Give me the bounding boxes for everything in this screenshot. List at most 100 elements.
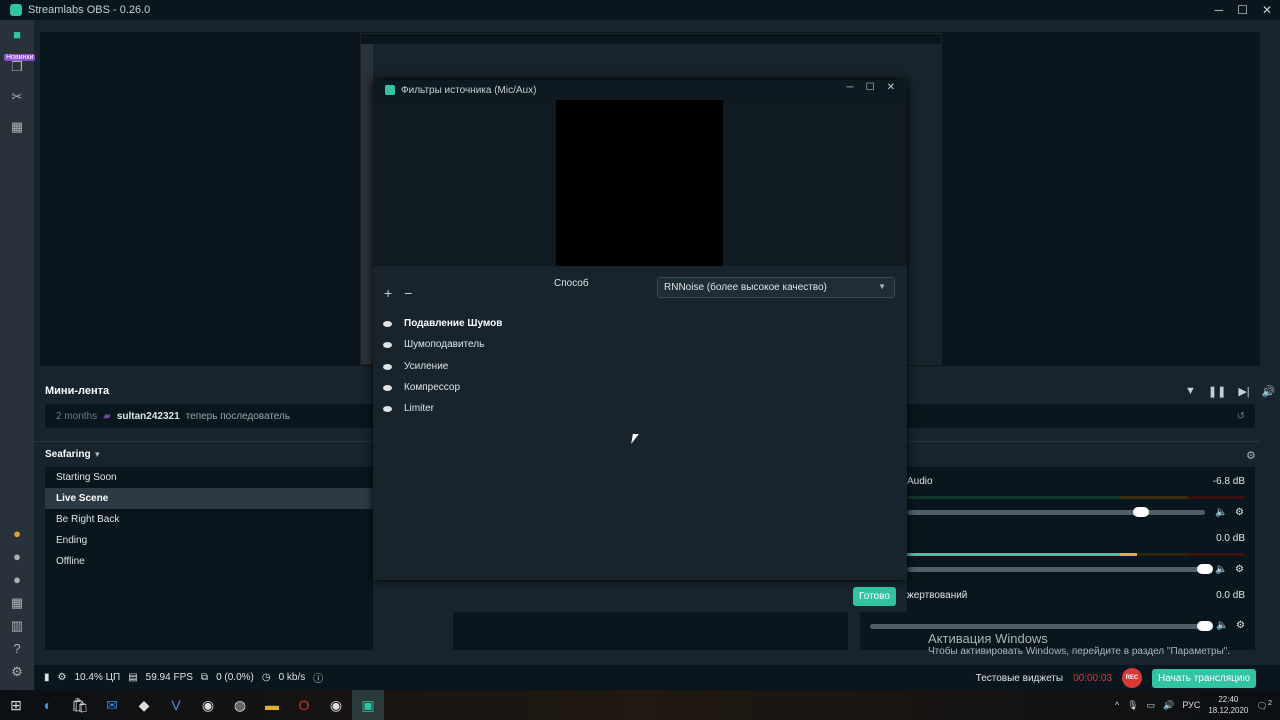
go-live-button[interactable]: Начать трансляцию (1152, 668, 1256, 688)
volume-slider[interactable] (907, 510, 1205, 515)
test-widgets-button[interactable]: Тестовые виджеты (976, 673, 1063, 684)
tools-icon[interactable]: ✂ (10, 90, 24, 104)
filter-item[interactable]: Усиление (383, 361, 448, 372)
stats-icon[interactable]: ▮ (44, 672, 50, 683)
mute-icon[interactable]: 🔈 (1215, 564, 1227, 575)
opera-icon[interactable]: O (288, 690, 320, 720)
method-select[interactable]: RNNoise (более высокое качество) ▼ (657, 277, 895, 298)
scene-item[interactable]: Be Right Back (45, 509, 373, 530)
file-explorer-icon[interactable]: ▬ (256, 690, 288, 720)
prime-icon[interactable]: ● (10, 527, 24, 541)
filter-item[interactable]: Подавление Шумов (383, 318, 502, 329)
remove-filter-button[interactable]: − (404, 285, 412, 301)
sidebar: ■ Новинки ❐ ✂ ▦ ● ● ● ▦ ▥ ? ⚙ (0, 20, 36, 690)
app-title: Streamlabs OBS - 0.26.0 (28, 4, 151, 16)
streamlabs-taskbar-icon[interactable]: ▣ (352, 690, 384, 720)
eye-icon[interactable] (383, 363, 392, 370)
scene-item[interactable]: Starting Soon (45, 467, 373, 488)
activation-text: Чтобы активировать Windows, перейдите в … (928, 646, 1231, 657)
eye-icon[interactable] (383, 341, 392, 348)
network-icon[interactable]: ▭ (1147, 700, 1156, 711)
volume-slider-knob[interactable] (1197, 564, 1213, 574)
filter-label: Шумоподавитель (404, 339, 485, 350)
dialog-close-button[interactable]: ✕ (887, 82, 895, 93)
scene-collection-dropdown[interactable]: Seafaring ▼ (45, 449, 101, 460)
studio-mode-icon[interactable]: ▥ (10, 619, 24, 633)
source-settings-icon[interactable]: ⚙ (1236, 620, 1245, 631)
cpu-usage: 10.4% ЦП (74, 672, 121, 683)
mail-icon[interactable]: ✉ (96, 690, 128, 720)
volume-slider-knob[interactable] (1133, 507, 1149, 517)
feed-user: sultan242321 (116, 410, 180, 422)
settings-icon[interactable]: ⚙ (10, 665, 24, 679)
vegas-icon[interactable]: V (160, 690, 192, 720)
mute-icon[interactable]: 🔈 (1215, 507, 1227, 518)
volume-slider[interactable] (907, 567, 1205, 572)
tray-expand-icon[interactable]: ^ (1115, 700, 1119, 710)
filter-item[interactable]: Компрессор (383, 382, 460, 393)
source-filters-dialog: Фильтры источника (Mic/Aux) ─ ☐ ✕ + − Спосо… (373, 80, 907, 580)
twitch-icon: ▰ (103, 410, 111, 422)
dialog-maximize-button[interactable]: ☐ (866, 82, 875, 93)
dropped-frames-icon: ⧉ (200, 672, 209, 683)
source-settings-icon[interactable]: ⚙ (1235, 507, 1244, 518)
eye-icon[interactable] (383, 320, 392, 327)
themes-icon[interactable]: ❐ (10, 60, 24, 74)
filter-item[interactable]: Шумоподавитель (383, 339, 484, 350)
scene-item[interactable]: Ending (45, 530, 373, 551)
filter-label: Limiter (404, 403, 435, 414)
store-icon[interactable]: 🛍 (64, 690, 96, 720)
minimize-button[interactable]: ─ (1215, 3, 1224, 17)
dialog-minimize-button[interactable]: ─ (847, 82, 854, 93)
steam-icon[interactable]: ◉ (320, 690, 352, 720)
store-icon[interactable]: ▦ (10, 120, 24, 134)
microphone-icon[interactable]: 🎙 (1127, 700, 1138, 711)
volume-meter (907, 553, 1245, 556)
steam-icon[interactable]: ◉ (192, 690, 224, 720)
highlighter-icon[interactable]: ● (10, 573, 24, 587)
editor-camera-icon[interactable]: ■ (10, 28, 24, 42)
volume-icon[interactable]: 🔊 (1262, 385, 1276, 398)
notifications-icon[interactable]: 🗨2 (1256, 698, 1272, 712)
maximize-button[interactable]: ☐ (1237, 3, 1248, 17)
source-settings-icon[interactable]: ⚙ (1235, 564, 1244, 575)
close-button[interactable]: ✕ (1262, 3, 1272, 17)
record-button[interactable]: REC (1122, 668, 1143, 688)
volume-slider-knob[interactable] (1197, 621, 1213, 631)
scene-item[interactable]: Live Scene (45, 488, 373, 509)
speaker-icon[interactable]: 🔊 (1163, 700, 1174, 711)
filter-label: Усиление (404, 361, 449, 372)
method-label: Способ (554, 278, 589, 289)
pause-icon[interactable]: ❚❚ (1208, 385, 1226, 398)
info-icon[interactable]: ⓘ (313, 670, 323, 685)
dashboard-icon[interactable]: ● (10, 550, 24, 564)
scene-item[interactable]: Offline (45, 551, 373, 572)
volume-slider[interactable] (870, 624, 1205, 629)
clock[interactable]: 22:40 18.12.2020 (1208, 694, 1248, 716)
scene-collection-name: Seafaring (45, 449, 91, 460)
filter-icon[interactable]: ▼ (1185, 385, 1196, 398)
app-icon[interactable]: ◆ (128, 690, 160, 720)
mixer-settings-icon[interactable]: ⚙ (1246, 449, 1256, 462)
notification-count: 2 (1267, 698, 1272, 707)
filter-item[interactable]: Limiter (383, 403, 434, 414)
refresh-icon[interactable]: ↺ (1237, 411, 1245, 422)
eye-icon[interactable] (383, 384, 392, 391)
help-icon[interactable]: ? (10, 642, 24, 656)
add-filter-button[interactable]: + (384, 285, 392, 301)
filter-label: Компрессор (404, 382, 461, 393)
windows-taskbar: ⊞ ◐ 🛍 ✉ ◆ V ◉ ◍ ▬ O ◉ ▣ ^ 🎙 ▭ 🔊 РУС 22:4… (0, 690, 1280, 720)
layout-icon[interactable]: ▦ (10, 596, 24, 610)
title-bar: Streamlabs OBS - 0.26.0 ─ ☐ ✕ (0, 0, 1280, 20)
mixer-source-db: 0.0 dB (1216, 533, 1245, 544)
eye-icon[interactable] (383, 405, 392, 412)
language-indicator[interactable]: РУС (1182, 700, 1200, 710)
dropped-frames: 0 (0.0%) (216, 672, 254, 683)
mute-icon[interactable]: 🔈 (1216, 620, 1228, 631)
windows-start-icon[interactable]: ⊞ (0, 690, 32, 720)
skip-icon[interactable]: ▶| (1238, 385, 1249, 398)
done-button[interactable]: Готово (853, 587, 896, 606)
mixer-source-db: -6.8 dB (1212, 476, 1245, 487)
edge-icon[interactable]: ◐ (32, 690, 64, 720)
discord-icon[interactable]: ◍ (224, 690, 256, 720)
